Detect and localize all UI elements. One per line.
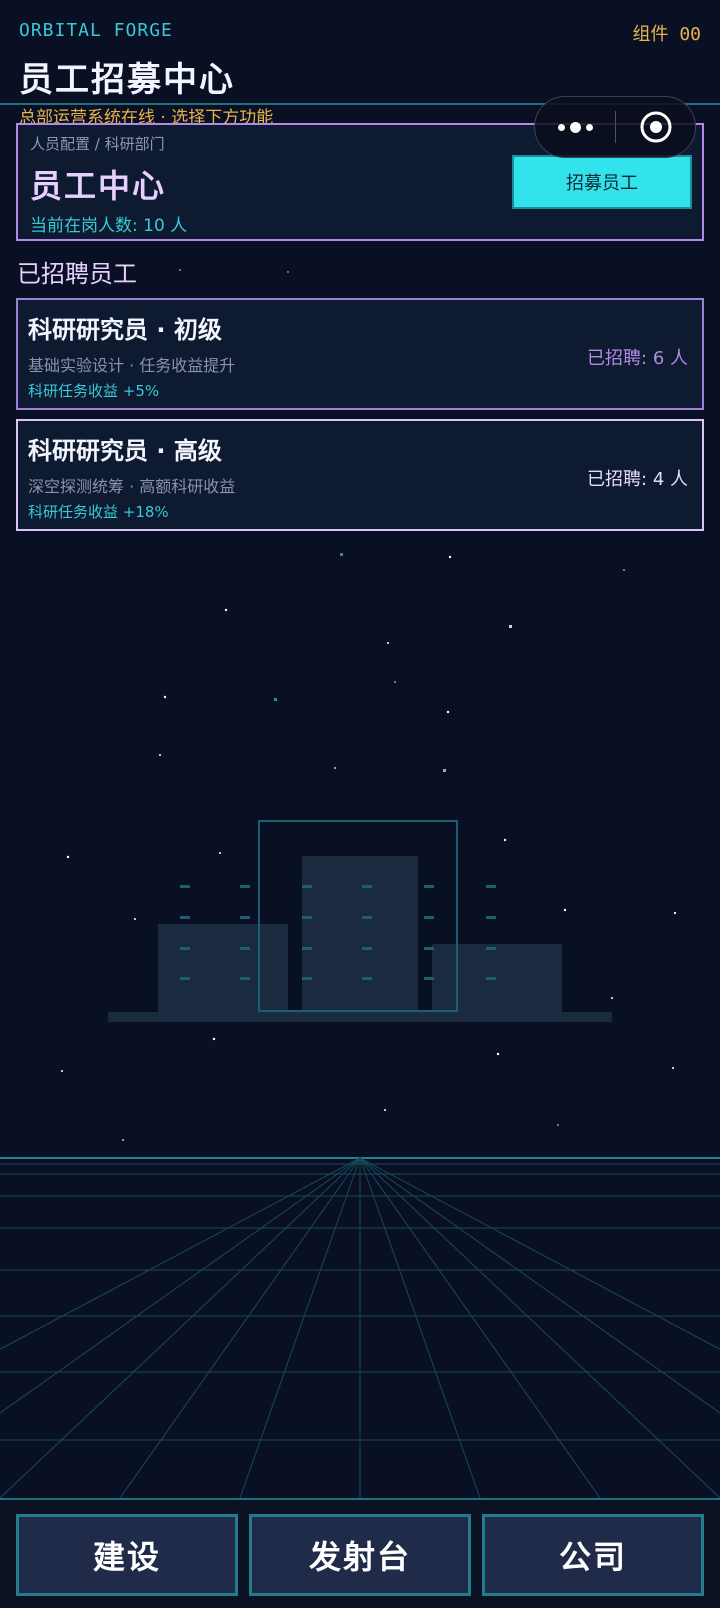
staff-bonus: 科研任务收益 +18%: [28, 503, 169, 521]
nav-launchpad-button[interactable]: 发射台: [249, 1514, 471, 1596]
nav-company-button[interactable]: 公司: [482, 1514, 704, 1596]
space-background: [0, 269, 720, 1499]
staff-name: 科研研究员 · 初级: [28, 316, 222, 344]
breadcrumb: 人员配置 / 科研部门: [30, 135, 165, 153]
perspective-grid: [0, 1157, 720, 1499]
staff-hired-count: 已招聘: 4 人: [587, 469, 688, 490]
mini-program-capsule: [534, 96, 696, 158]
staff-card-junior[interactable]: 科研研究员 · 初级 基础实验设计 · 任务收益提升 科研任务收益 +5% 已招…: [16, 298, 704, 410]
staff-name: 科研研究员 · 高级: [28, 437, 222, 465]
hired-section-title: 已招聘员工: [17, 260, 137, 288]
page: ORBITAL FORGE 组件 00 员工招募中心 总部运营系统在线 · 选择…: [0, 0, 720, 1608]
staff-description: 基础实验设计 · 任务收益提升: [28, 356, 236, 375]
page-title: 员工招募中心: [19, 60, 235, 100]
staff-description: 深空探测统筹 · 高额科研收益: [28, 477, 236, 496]
bottom-nav: 建设 发射台 公司: [0, 1498, 720, 1608]
recruit-employee-button[interactable]: 招募员工: [512, 155, 692, 209]
employee-center-title: 员工中心: [30, 167, 167, 205]
component-counter: 组件 00: [632, 24, 701, 45]
nav-build-button[interactable]: 建设: [16, 1514, 238, 1596]
staff-hired-count: 已招聘: 6 人: [587, 348, 688, 369]
staff-card-senior[interactable]: 科研研究员 · 高级 深空探测统筹 · 高额科研收益 科研任务收益 +18% 已…: [16, 419, 704, 531]
brand-name: ORBITAL FORGE: [19, 20, 173, 41]
city-silhouette: [108, 820, 612, 1022]
more-dots-icon[interactable]: [535, 97, 615, 157]
staff-bonus: 科研任务收益 +5%: [28, 382, 160, 400]
headcount-text: 当前在岗人数: 10 人: [30, 216, 188, 236]
target-circle-icon[interactable]: [616, 97, 696, 157]
